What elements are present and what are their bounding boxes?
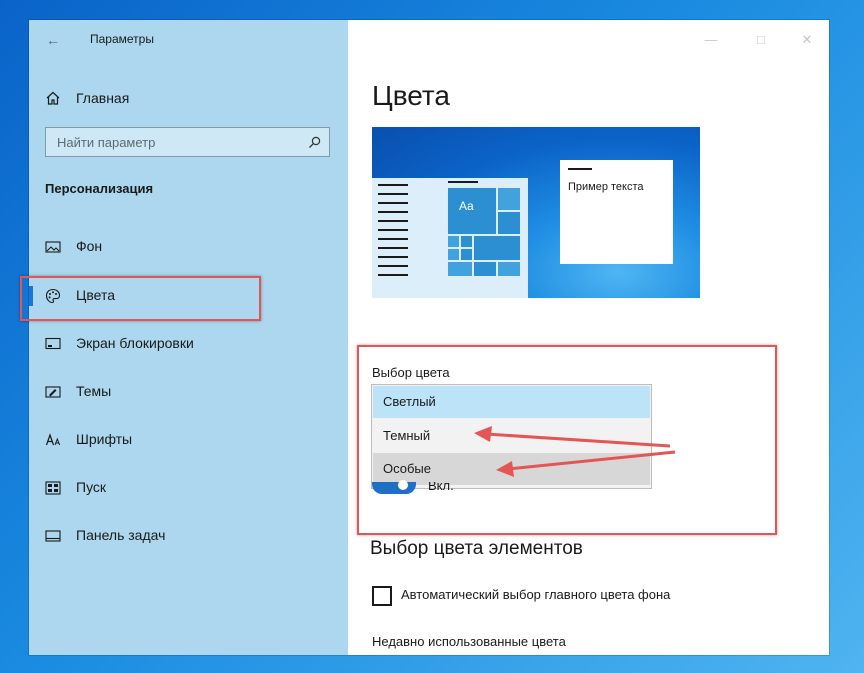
home-icon [46, 91, 60, 105]
lock-screen-icon [45, 337, 61, 350]
sidebar-item-taskbar[interactable]: Панель задач [29, 516, 348, 556]
recent-colors-label: Недавно использованные цвета [372, 634, 566, 649]
preview-start-menu: Aa [372, 178, 528, 298]
search-input[interactable]: Найти параметр [45, 127, 330, 157]
sidebar-item-fonts[interactable]: Шрифты [29, 420, 348, 460]
window-title: Параметры [90, 32, 154, 46]
preview-tile-text: Aa [459, 199, 474, 213]
sidebar-item-background[interactable]: Фон [29, 227, 348, 267]
start-icon [45, 481, 61, 495]
back-arrow-icon[interactable]: ← [41, 28, 65, 52]
highlight-box-color-choice [357, 345, 777, 535]
sidebar-item-label: Пуск [76, 479, 107, 495]
sidebar-item-start[interactable]: Пуск [29, 468, 348, 508]
main-content: Цвета Aa Пример текста Выбор цвета Светл… [348, 20, 829, 655]
taskbar-icon [45, 530, 61, 542]
highlight-box-colors [20, 276, 261, 321]
search-placeholder: Найти параметр [57, 135, 156, 150]
picture-icon [45, 241, 61, 253]
fonts-icon [45, 433, 61, 446]
preview-sample-text: Пример текста [568, 181, 644, 193]
preview-tile-large: Aa [448, 188, 496, 234]
home-link[interactable]: Главная [45, 86, 129, 110]
auto-accent-label: Автоматический выбор главного цвета фона [401, 587, 671, 602]
preview-window: Пример текста [560, 160, 673, 264]
sidebar-item-lock-screen[interactable]: Экран блокировки [29, 324, 348, 364]
sidebar-item-label: Экран блокировки [76, 335, 194, 351]
sidebar-item-label: Шрифты [76, 431, 133, 447]
page-title: Цвета [372, 80, 450, 111]
themes-icon [45, 386, 61, 398]
auto-accent-checkbox[interactable] [372, 586, 392, 606]
section-title: Персонализация [45, 181, 154, 196]
search-icon[interactable] [308, 136, 321, 149]
sidebar-item-label: Фон [76, 238, 103, 254]
accent-color-title: Выбор цвета элементов [370, 538, 583, 559]
sidebar-item-label: Панель задач [76, 527, 166, 543]
settings-window: ← Параметры Главная Найти параметр Персо… [29, 20, 829, 655]
theme-preview: Aa Пример текста [372, 127, 700, 298]
sidebar-item-label: Темы [76, 383, 112, 399]
sidebar: ← Параметры Главная Найти параметр Персо… [29, 20, 348, 655]
sidebar-item-themes[interactable]: Темы [29, 372, 348, 412]
home-label: Главная [76, 90, 130, 106]
